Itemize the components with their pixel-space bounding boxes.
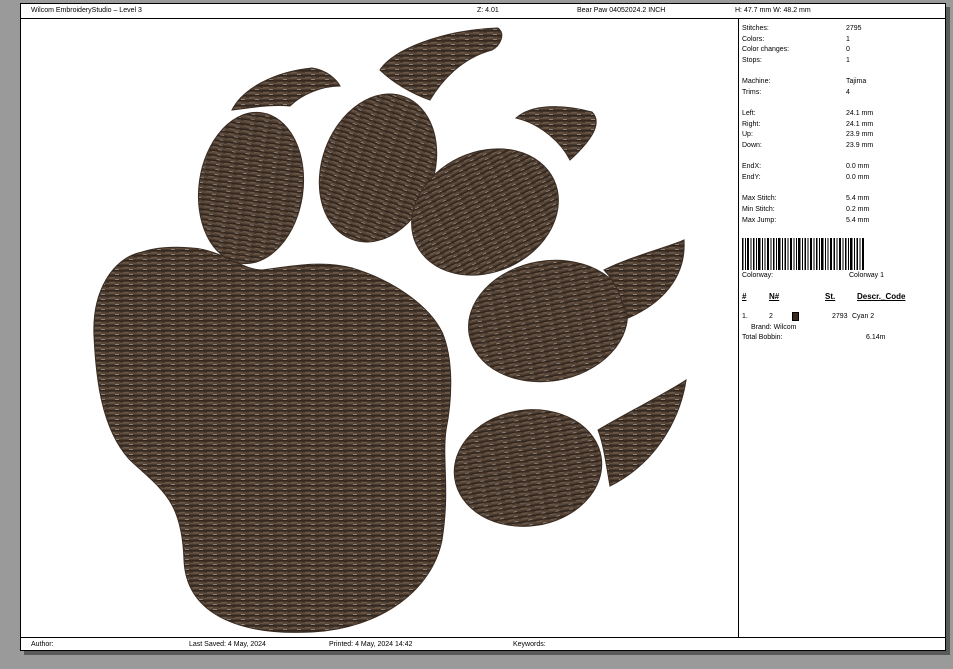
page-shadow-right: [946, 7, 950, 655]
app-title: Wilcom EmbroideryStudio – Level 3: [31, 7, 142, 14]
colorway-value: Colorway 1: [849, 272, 885, 279]
right-label: Right:: [742, 121, 761, 128]
stitches-value: 2795: [846, 25, 862, 32]
color-row-num: 1.: [742, 313, 748, 320]
claw-2: [379, 27, 503, 101]
toe-1: [197, 111, 305, 265]
zoom-level: Z: 4.01: [477, 7, 499, 14]
claw-3: [514, 106, 597, 161]
colors-value: 1: [846, 36, 850, 43]
barcode: [742, 238, 864, 270]
machine-value: Tajima: [846, 78, 867, 85]
endx-label: EndX:: [742, 163, 762, 170]
claw-5: [597, 378, 687, 487]
endy-value: 0.0 mm: [846, 174, 870, 181]
toe-5: [453, 409, 603, 527]
up-label: Up:: [742, 131, 753, 138]
design-dimensions: H: 47.7 mm W: 48.2 mm: [735, 7, 811, 14]
color-table-header-num: #: [742, 292, 747, 301]
sheet-header: Wilcom EmbroideryStudio – Level 3 Z: 4.0…: [21, 4, 945, 19]
last-saved-field: Last Saved: 4 May, 2024: [189, 641, 266, 648]
page-shadow-bottom: [24, 651, 948, 655]
stops-label: Stops:: [742, 57, 762, 64]
max-stitch-label: Max Stitch:: [742, 195, 777, 202]
color-changes-label: Color changes:: [742, 46, 790, 53]
trims-value: 4: [846, 89, 850, 96]
claw-1: [231, 67, 341, 111]
colors-label: Colors:: [742, 36, 765, 43]
trims-label: Trims:: [742, 89, 762, 96]
color-row-needle: 2: [769, 313, 773, 320]
min-stitch-value: 0.2 mm: [846, 206, 870, 213]
color-row-stitches: 2793: [832, 313, 848, 320]
endy-label: EndY:: [742, 174, 761, 181]
down-value: 23.9 mm: [846, 142, 874, 149]
min-stitch-label: Min Stitch:: [742, 206, 775, 213]
max-stitch-value: 5.4 mm: [846, 195, 870, 202]
machine-label: Machine:: [742, 78, 771, 85]
color-table-header-stitches: St.: [825, 292, 836, 301]
bobbin-label: Total Bobbin:: [742, 334, 783, 341]
stops-value: 1: [846, 57, 850, 64]
color-row-descr: Cyan 2: [852, 313, 875, 320]
color-table-header-descr: Descr._Code: [857, 292, 906, 301]
max-jump-label: Max Jump:: [742, 217, 777, 224]
author-field: Author:: [31, 641, 54, 648]
colorway-label: Colorway:: [742, 272, 774, 279]
endx-value: 0.0 mm: [846, 163, 870, 170]
stitches-label: Stitches:: [742, 25, 769, 32]
bear-paw-embroidery: [93, 27, 687, 633]
color-changes-value: 0: [846, 46, 850, 53]
main-pad: [93, 246, 452, 633]
left-value: 24.1 mm: [846, 110, 874, 117]
thread-color-swatch: [792, 312, 799, 321]
color-row-brand: Brand: Wilcom: [751, 324, 797, 331]
print-preview-sheet: Wilcom EmbroideryStudio – Level 3 Z: 4.0…: [20, 3, 946, 651]
right-value: 24.1 mm: [846, 121, 874, 128]
design-info-panel: Stitches: 2795 Colors: 1 Color changes: …: [739, 20, 945, 636]
max-jump-value: 5.4 mm: [846, 217, 870, 224]
keywords-field: Keywords:: [513, 641, 546, 648]
sheet-footer: Author: Last Saved: 4 May, 2024 Printed:…: [21, 637, 945, 651]
printed-field: Printed: 4 May, 2024 14:42: [329, 641, 413, 648]
left-label: Left:: [742, 110, 756, 117]
color-table-header-needle: N#: [769, 292, 780, 301]
up-value: 23.9 mm: [846, 131, 874, 138]
design-name: Bear Paw 04052024.2 INCH: [577, 7, 666, 14]
down-label: Down:: [742, 142, 762, 149]
design-canvas: [22, 20, 737, 636]
bobbin-value: 6.14m: [866, 334, 886, 341]
